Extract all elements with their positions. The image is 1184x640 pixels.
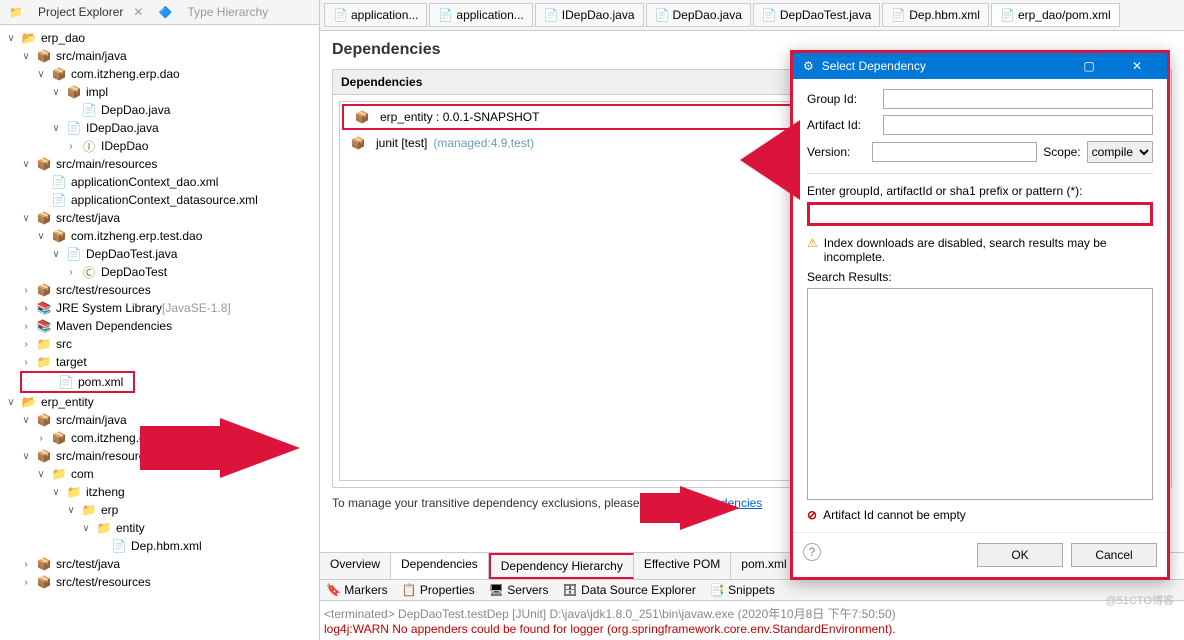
tree-folder-src[interactable]: ›📁src [0, 335, 319, 353]
tree-src-main-java[interactable]: ∨📦src/main/java [0, 47, 319, 65]
btab-pom-xml[interactable]: pom.xml [731, 553, 797, 579]
input-version[interactable] [872, 142, 1037, 162]
tree-src-test-resources[interactable]: ›📦src/test/resources [0, 281, 319, 299]
tree-pkg-impl[interactable]: ∨📦impl [0, 83, 319, 101]
dialog-title-bar[interactable]: ⚙ Select Dependency ▢ ✕ [793, 53, 1167, 79]
bottom-views-bar: 🔖 Markers 📋 Properties 🖥 Servers 🗄 Data … [320, 579, 1184, 600]
tree-folder-erp[interactable]: ∨📁erp [0, 501, 319, 519]
tree-src-main-resources[interactable]: ∨📦src/main/resources [0, 155, 319, 173]
tab-idepdao[interactable]: 📄IDepDao.java [535, 3, 644, 27]
search-input[interactable] [810, 205, 1150, 223]
project-explorer-panel: 📁 Project Explorer ✕ 🔷 Type Hierarchy ∨📂… [0, 0, 320, 640]
close-icon[interactable]: ✕ [1117, 59, 1157, 73]
tree-pkg-dao[interactable]: ∨📦com.itzheng.erp.dao [0, 65, 319, 83]
sidebar-tabs: 📁 Project Explorer ✕ 🔷 Type Hierarchy [0, 0, 319, 25]
tree-iface-idepdao[interactable]: ›ⒾIDepDao [0, 137, 319, 155]
error-icon: ⊘ [807, 508, 817, 522]
annotation-arrow-3 [740, 120, 800, 200]
btab-dependencies[interactable]: Dependencies [391, 553, 489, 579]
help-icon[interactable]: ? [803, 543, 821, 561]
btab-overview[interactable]: Overview [320, 553, 391, 579]
console-line: log4j:WARN No appenders could be found f… [324, 622, 1180, 636]
tree-file-pom[interactable]: 📄pom.xml [20, 371, 135, 393]
maximize-icon[interactable]: ▢ [1069, 59, 1109, 73]
tree-file-dep-hbm[interactable]: 📄Dep.hbm.xml [0, 537, 319, 555]
project-tree[interactable]: ∨📂erp_dao ∨📦src/main/java ∨📦com.itzheng.… [0, 25, 319, 640]
tree-maven-deps[interactable]: ›📚Maven Dependencies [0, 317, 319, 335]
tab-application2[interactable]: 📄application... [429, 3, 532, 27]
ok-button[interactable]: OK [977, 543, 1063, 567]
editor-tabs: 📄application... 📄application... 📄IDepDao… [320, 0, 1184, 31]
error-text: Artifact Id cannot be empty [823, 508, 966, 522]
view-markers[interactable]: 🔖 Markers [326, 583, 388, 597]
tree-jre[interactable]: ›📚JRE System Library [JavaSE-1.8] [0, 299, 319, 317]
jar-icon: 📦 [350, 135, 366, 151]
label-search: Enter groupId, artifactId or sha1 prefix… [807, 184, 1153, 198]
select-scope[interactable]: compile [1087, 141, 1153, 163]
tree-class-depdaotest[interactable]: ›ⒸDepDaoTest [0, 263, 319, 281]
tab-depdao[interactable]: 📄DepDao.java [646, 3, 751, 27]
jar-icon: 📦 [354, 109, 370, 125]
view-servers[interactable]: 🖥 Servers [489, 583, 549, 597]
tree-file-depdao[interactable]: 📄DepDao.java [0, 101, 319, 119]
view-dse[interactable]: 🗄 Data Source Explorer [563, 583, 696, 597]
label-results: Search Results: [807, 270, 1153, 284]
type-hierarchy-icon: 🔷 [157, 4, 173, 20]
tree-folder-target[interactable]: ›📁target [0, 353, 319, 371]
btab-effective-pom[interactable]: Effective POM [634, 553, 731, 579]
console-view: <terminated> DepDaoTest.testDep [JUnit] … [320, 600, 1184, 640]
tree-file-idepdao-java[interactable]: ∨📄IDepDao.java [0, 119, 319, 137]
btab-dependency-hierarchy[interactable]: Dependency Hierarchy [489, 553, 634, 579]
tab-project-explorer[interactable]: Project Explorer [38, 5, 123, 19]
annotation-arrow-2 [680, 486, 740, 530]
tree-src-test-java[interactable]: ∨📦src/test/java [0, 209, 319, 227]
warning-icon: ⚠ [807, 236, 818, 250]
dialog-title: Select Dependency [822, 59, 926, 73]
input-artifact-id[interactable] [883, 115, 1153, 135]
tree-entity-src-test-res[interactable]: ›📦src/test/resources [0, 573, 319, 591]
console-header: <terminated> DepDaoTest.testDep [JUnit] … [324, 605, 1180, 622]
eclipse-icon: ⚙ [803, 59, 814, 73]
warning-text: Index downloads are disabled, search res… [824, 236, 1153, 264]
tree-pkg-test-dao[interactable]: ∨📦com.itzheng.erp.test.dao [0, 227, 319, 245]
tab-dep-hbm[interactable]: 📄Dep.hbm.xml [882, 3, 989, 27]
cancel-button[interactable]: Cancel [1071, 543, 1157, 567]
tree-entity-src-test-java[interactable]: ›📦src/test/java [0, 555, 319, 573]
view-properties[interactable]: 📋 Properties [402, 583, 475, 597]
tab-pom-xml[interactable]: 📄erp_dao/pom.xml [991, 3, 1120, 27]
tree-file-appctx-ds[interactable]: 📄applicationContext_datasource.xml [0, 191, 319, 209]
tree-project-erp-dao[interactable]: ∨📂erp_dao [0, 29, 319, 47]
tree-file-depdaotest-java[interactable]: ∨📄DepDaoTest.java [0, 245, 319, 263]
annotation-arrow-1 [220, 418, 300, 478]
tree-project-erp-entity[interactable]: ∨📂erp_entity [0, 393, 319, 411]
label-group-id: Group Id: [807, 92, 877, 106]
label-version: Version: [807, 145, 866, 159]
tab-application1[interactable]: 📄application... [324, 3, 427, 27]
watermark: @51CTO博客 [1106, 592, 1174, 608]
view-snippets[interactable]: 📑 Snippets [710, 583, 775, 597]
label-artifact-id: Artifact Id: [807, 118, 877, 132]
tab-type-hierarchy[interactable]: Type Hierarchy [187, 5, 268, 19]
select-dependency-dialog: ⚙ Select Dependency ▢ ✕ Group Id: Artifa… [790, 50, 1170, 580]
package-explorer-icon: 📁 [8, 4, 24, 20]
search-results-list[interactable] [807, 288, 1153, 500]
tree-file-appctx-dao[interactable]: 📄applicationContext_dao.xml [0, 173, 319, 191]
search-input-wrapper [807, 202, 1153, 226]
tab-depdaotest[interactable]: 📄DepDaoTest.java [753, 3, 880, 27]
tree-folder-entity[interactable]: ∨📁entity [0, 519, 319, 537]
label-scope: Scope: [1043, 145, 1080, 159]
tree-folder-itzheng[interactable]: ∨📁itzheng [0, 483, 319, 501]
input-group-id[interactable] [883, 89, 1153, 109]
